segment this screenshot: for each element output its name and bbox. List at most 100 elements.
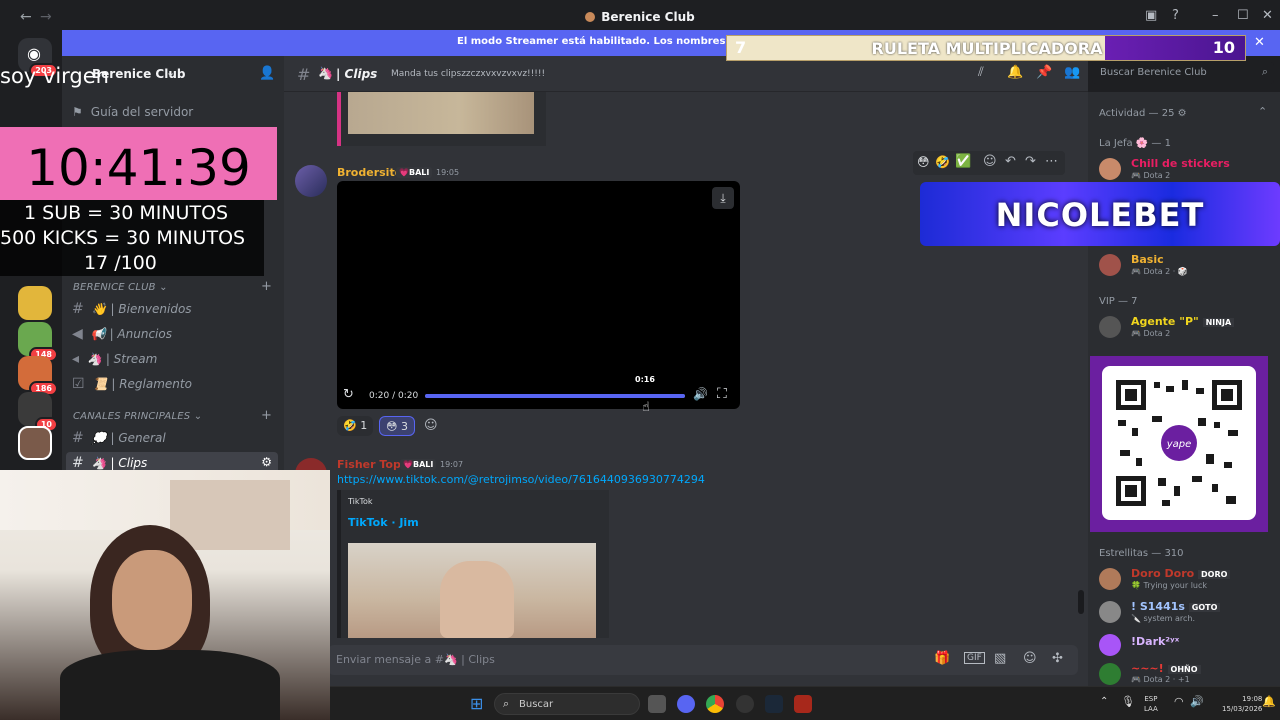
add-reaction-icon[interactable]: ☺ <box>424 418 438 433</box>
emoji-icon: 🦄 <box>91 456 107 470</box>
obs-icon[interactable] <box>736 695 754 713</box>
chevron-up-icon[interactable]: ⌃ <box>1258 105 1267 118</box>
forward-icon[interactable]: ↷ <box>1025 154 1036 169</box>
channel-label: | Bienvenidos <box>110 302 192 316</box>
server-icon[interactable]: 148 <box>18 322 58 362</box>
video-player[interactable]: ⤓ 0:16 ↻ 0:20 / 0:20 🔊 ⛶ <box>337 181 740 409</box>
dota-icon[interactable] <box>794 695 812 713</box>
reaction-blush[interactable]: 😳 3 <box>379 416 415 436</box>
member-row[interactable]: Basic 🎮 Dota 2 · 🎲 <box>1097 251 1277 279</box>
threads-icon[interactable]: ⫽ <box>978 65 984 80</box>
windows-start-icon[interactable]: ⊞ <box>470 694 483 713</box>
member-name: !Dark²ʸˣ <box>1131 635 1180 648</box>
reaction-laughing[interactable]: 🤣 1 <box>337 416 374 436</box>
channel-stream[interactable]: ◂ 🦄 | Stream <box>72 351 277 373</box>
channel-bienvenidos[interactable]: # 👋 | Bienvenidos <box>72 301 277 323</box>
minimize-icon[interactable]: – <box>1212 8 1219 23</box>
maximize-icon[interactable]: ☐ <box>1237 8 1249 23</box>
emoji-picker-icon[interactable]: ☺ <box>1023 651 1037 666</box>
video-time: 0:20 / 0:20 <box>369 391 419 401</box>
category-canales-principales[interactable]: CANALES PRINCIPALES ⌄ <box>73 411 202 422</box>
reaction-emoji-icon[interactable]: 🤣 <box>935 155 950 169</box>
apps-icon[interactable]: ✣ <box>1052 651 1063 666</box>
member-row[interactable]: Doro Doro DORO 🍀 Trying your luck <box>1097 565 1277 593</box>
volume-icon[interactable]: 🔊 <box>693 387 708 401</box>
emoji-icon: 🦄 <box>87 352 102 366</box>
task-view-icon[interactable] <box>648 695 666 713</box>
server-icon[interactable]: 10 <box>18 392 58 432</box>
video-progress-bar[interactable] <box>425 394 685 398</box>
server-icon[interactable] <box>18 286 52 320</box>
server-berenice-club-icon[interactable] <box>18 426 52 460</box>
member-row[interactable]: !Dark²ʸˣ <box>1097 631 1277 659</box>
avatar <box>1099 634 1121 656</box>
inbox-icon[interactable]: ▣ <box>1145 8 1157 23</box>
search-input[interactable]: Buscar Berenice Club ⌕ <box>1092 62 1274 84</box>
replay-icon[interactable]: ↻ <box>343 387 354 402</box>
clock[interactable]: 19:08 15/03/2026 <box>1222 694 1262 714</box>
wifi-icon[interactable]: ◠ <box>1174 695 1184 708</box>
member-name: Agente "P" NINJA <box>1131 315 1235 328</box>
ruleta-right-number: 10 <box>1212 38 1235 57</box>
category-berenice-club[interactable]: BERENICE CLUB ⌄ <box>73 282 168 293</box>
avatar[interactable] <box>295 165 327 197</box>
discord-app-icon[interactable] <box>677 695 695 713</box>
member-name: ! S1441s GOTO <box>1131 600 1221 613</box>
gif-icon[interactable]: GIF <box>964 652 985 664</box>
channel-topic[interactable]: Manda tus clipszzczxvxvzvxvz!!!!! <box>391 69 545 79</box>
gear-icon[interactable]: ⚙ <box>261 455 272 469</box>
server-icon[interactable]: 186 <box>18 356 58 396</box>
server-guide[interactable]: ⚑ Guía del servidor <box>72 105 193 119</box>
steam-icon[interactable] <box>765 695 783 713</box>
channel-anuncios[interactable]: ◀ 📢 | Anuncios <box>72 326 277 348</box>
sticker-icon[interactable]: ▧ <box>994 651 1006 666</box>
more-icon[interactable]: ⋯ <box>1045 154 1058 169</box>
chevron-up-icon[interactable]: ⌃ <box>1100 696 1108 707</box>
reply-icon[interactable]: ↶ <box>1005 154 1016 169</box>
invite-person-icon[interactable]: 👤 <box>259 66 275 81</box>
emoji-icon: 📢 <box>90 327 106 341</box>
language-indicator[interactable]: ESP LAA <box>1144 694 1158 714</box>
channel-general[interactable]: # 💭 | General <box>72 430 277 452</box>
add-channel-icon[interactable]: + <box>261 279 272 294</box>
stream-timer: 10:41:39 <box>0 127 277 200</box>
notification-bell-icon[interactable]: 🔔 <box>1262 695 1276 708</box>
chrome-icon[interactable] <box>706 695 724 713</box>
download-icon[interactable]: ⤓ <box>712 187 734 209</box>
embed-thumbnail[interactable] <box>348 543 596 638</box>
gift-icon[interactable]: 🎁 <box>934 651 950 666</box>
microphone-icon[interactable]: 🎙 <box>1121 695 1135 708</box>
member-group-header: La Jefa 🌸 — 1 <box>1099 138 1171 149</box>
message-author[interactable]: Fisher Topo <box>337 458 408 471</box>
bell-icon[interactable]: 🔔 <box>1007 65 1023 80</box>
reaction-emoji-icon[interactable]: 😳 <box>917 155 930 169</box>
embed-title[interactable]: TikTok · Jim <box>348 516 419 529</box>
member-row[interactable]: Agente "P" NINJA 🎮 Dota 2 <box>1097 313 1277 341</box>
help-icon[interactable]: ? <box>1172 8 1179 23</box>
webcam-feed <box>0 470 330 720</box>
speaker-icon[interactable]: 🔊 <box>1190 695 1204 708</box>
member-list-icon[interactable]: 👥 <box>1064 65 1080 80</box>
chevron-down-icon[interactable]: ⌄ <box>166 66 175 79</box>
add-channel-icon[interactable]: + <box>261 408 272 423</box>
fullscreen-icon[interactable]: ⛶ <box>717 386 727 402</box>
close-window-icon[interactable]: ✕ <box>1262 8 1273 23</box>
checkmark-icon[interactable]: ✅ <box>955 154 971 169</box>
message-link[interactable]: https://www.tiktok.com/@retrojimso/video… <box>337 473 705 486</box>
channel-reglamento[interactable]: ☑ 📜 | Reglamento <box>72 376 277 398</box>
embed-image[interactable] <box>348 92 534 134</box>
message-input[interactable]: Enviar mensaje a #🦄 | Clips 🎁 GIF ▧ ☺ ✣ <box>328 645 1078 675</box>
signpost-icon: ⚑ <box>72 105 83 119</box>
scrollbar-thumb[interactable] <box>1078 590 1084 614</box>
role-tag: 💗BALI <box>396 167 433 178</box>
message-author[interactable]: Brodersito <box>337 166 402 179</box>
pin-icon[interactable]: 📌 <box>1036 65 1052 80</box>
close-banner-icon[interactable]: ✕ <box>1254 35 1265 50</box>
channel-label: | General <box>110 431 166 445</box>
member-row[interactable]: Chill de stickers 🎮 Dota 2 <box>1097 155 1277 183</box>
add-reaction-icon[interactable]: ☺ <box>983 154 997 169</box>
member-row[interactable]: ~~~! OHÑO 🎮 Dota 2 · +1 <box>1097 660 1277 688</box>
member-row[interactable]: ! S1441s GOTO 🔪 system arch. <box>1097 598 1277 626</box>
hash-icon: # <box>72 455 84 471</box>
taskbar-search[interactable]: ⌕ Buscar <box>494 693 640 715</box>
